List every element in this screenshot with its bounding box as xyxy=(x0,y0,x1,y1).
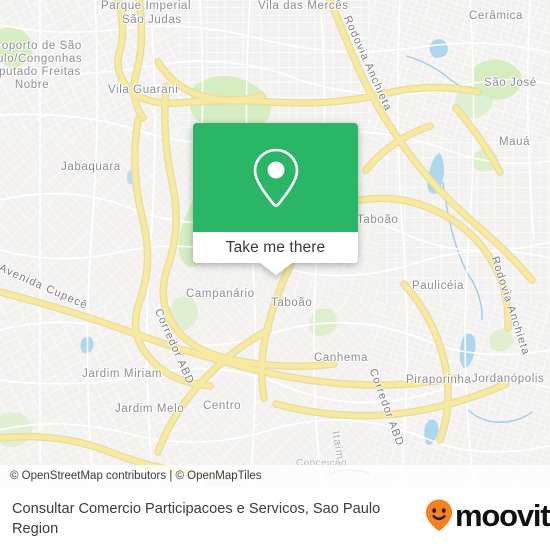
moovit-logo[interactable]: moovit xyxy=(424,497,550,533)
map-pin-icon xyxy=(253,148,298,207)
take-me-there-button[interactable]: Take me there xyxy=(193,232,358,263)
map-attribution-text[interactable]: © OpenStreetMap contributors | © OpenMap… xyxy=(0,470,262,482)
page-title: Consultar Comercio Participacoes e Servi… xyxy=(12,500,381,537)
moovit-pin-icon xyxy=(425,499,453,531)
location-callout-card[interactable]: Take me there xyxy=(193,123,358,275)
map-attribution-bar: © OpenStreetMap contributors | © OpenMap… xyxy=(0,465,550,487)
moovit-map-page: Parque Imperial São Judas Vila das Mercê… xyxy=(0,0,550,550)
map-viewport[interactable]: Parque Imperial São Judas Vila das Mercê… xyxy=(0,0,550,487)
moovit-wordmark: moovit xyxy=(455,497,550,533)
take-me-there-label: Take me there xyxy=(225,238,326,256)
callout-icon-panel xyxy=(193,123,358,232)
callout-pointer-tail xyxy=(260,263,292,275)
